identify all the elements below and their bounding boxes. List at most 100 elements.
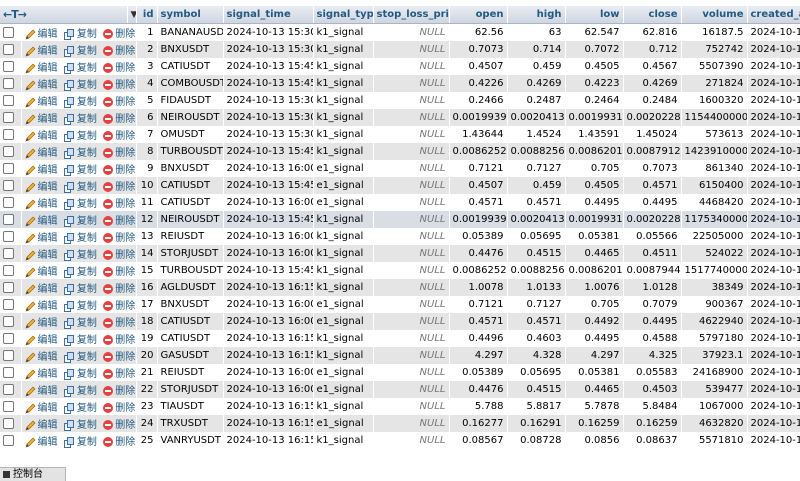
delete-action[interactable]: 删除 (103, 63, 135, 74)
row-select-cell[interactable] (0, 143, 22, 160)
table-row[interactable]: 编辑 复制 删除16AGLDUSDT2024-10-13 16:15:00k1_… (0, 279, 800, 296)
row-select-cell[interactable] (0, 245, 22, 262)
edit-link[interactable]: 编辑 (38, 318, 58, 329)
delete-action[interactable]: 删除 (103, 403, 135, 414)
edit-link[interactable]: 编辑 (38, 46, 58, 57)
delete-icon[interactable] (103, 80, 114, 90)
column-header-stop-loss-price[interactable]: stop_loss_price (373, 6, 450, 24)
edit-link[interactable]: 编辑 (38, 301, 58, 312)
delete-icon[interactable] (103, 318, 114, 328)
row-checkbox[interactable] (3, 94, 14, 106)
edit-link[interactable]: 编辑 (38, 29, 58, 40)
edit-link[interactable]: 编辑 (38, 352, 58, 363)
column-header-signal-type[interactable]: signal_type (313, 6, 374, 24)
edit-link[interactable]: 编辑 (38, 369, 58, 380)
delete-link[interactable]: 删除 (115, 250, 135, 261)
copy-link[interactable]: 复制 (77, 335, 97, 346)
edit-action[interactable]: 编辑 (25, 114, 58, 125)
table-row[interactable]: 编辑 复制 删除14STORJUSDT2024-10-13 16:00:00k1… (0, 245, 800, 262)
delete-icon[interactable] (103, 335, 114, 345)
copy-action[interactable]: 复制 (63, 215, 97, 227)
delete-icon[interactable] (103, 369, 114, 379)
edit-link[interactable]: 编辑 (38, 267, 58, 278)
row-select-cell[interactable] (0, 126, 22, 143)
table-row[interactable]: 编辑 复制 删除19CATIUSDT2024-10-13 16:15:00k1_… (0, 330, 800, 347)
pencil-icon[interactable] (25, 46, 36, 57)
delete-icon[interactable] (103, 97, 114, 107)
copy-link[interactable]: 复制 (77, 29, 97, 40)
table-row[interactable]: 编辑 复制 删除6NEIROUSDT2024-10-13 15:30:00k1_… (0, 109, 800, 126)
row-checkbox[interactable] (3, 434, 14, 446)
copy-link[interactable]: 复制 (77, 437, 97, 448)
table-row[interactable]: 编辑 复制 删除1BANANAUSDT2024-10-13 15:30:00k1… (0, 23, 800, 41)
copy-link[interactable]: 复制 (77, 233, 97, 244)
delete-action[interactable]: 删除 (103, 352, 135, 363)
copy-action[interactable]: 复制 (63, 79, 97, 91)
column-header-created-at[interactable]: created_at (747, 6, 800, 24)
delete-icon[interactable] (103, 352, 114, 362)
delete-action[interactable]: 删除 (103, 301, 135, 312)
row-select-cell[interactable] (0, 262, 22, 279)
copy-action[interactable]: 复制 (63, 317, 97, 329)
delete-action[interactable]: 删除 (103, 131, 135, 142)
copy-icon[interactable] (63, 147, 75, 159)
copy-icon[interactable] (63, 368, 75, 380)
table-row[interactable]: 编辑 复制 删除11CATIUSDT2024-10-13 16:00:00e1_… (0, 194, 800, 211)
edit-action[interactable]: 编辑 (25, 420, 58, 431)
copy-icon[interactable] (63, 45, 75, 57)
pencil-icon[interactable] (25, 131, 36, 142)
edit-action[interactable]: 编辑 (25, 80, 58, 91)
copy-icon[interactable] (63, 28, 75, 40)
edit-link[interactable]: 编辑 (38, 233, 58, 244)
copy-link[interactable]: 复制 (77, 182, 97, 193)
copy-icon[interactable] (63, 96, 75, 108)
delete-icon[interactable] (103, 131, 114, 141)
row-select-cell[interactable] (0, 381, 22, 398)
pencil-icon[interactable] (25, 80, 36, 91)
pencil-icon[interactable] (25, 386, 36, 397)
copy-link[interactable]: 复制 (77, 216, 97, 227)
delete-link[interactable]: 删除 (115, 216, 135, 227)
copy-link[interactable]: 复制 (77, 114, 97, 125)
pencil-icon[interactable] (25, 352, 36, 363)
delete-link[interactable]: 删除 (115, 267, 135, 278)
edit-action[interactable]: 编辑 (25, 437, 58, 448)
delete-link[interactable]: 删除 (115, 386, 135, 397)
edit-link[interactable]: 编辑 (38, 437, 58, 448)
edit-action[interactable]: 编辑 (25, 284, 58, 295)
delete-link[interactable]: 删除 (115, 301, 135, 312)
edit-link[interactable]: 编辑 (38, 80, 58, 91)
row-checkbox[interactable] (3, 26, 14, 38)
delete-action[interactable]: 删除 (103, 114, 135, 125)
delete-link[interactable]: 删除 (115, 437, 135, 448)
column-nav-arrows[interactable]: ←T→ (3, 8, 27, 21)
edit-link[interactable]: 编辑 (38, 131, 58, 142)
delete-action[interactable]: 删除 (103, 199, 135, 210)
pencil-icon[interactable] (25, 284, 36, 295)
delete-link[interactable]: 删除 (115, 284, 135, 295)
delete-link[interactable]: 删除 (115, 97, 135, 108)
row-select-cell[interactable] (0, 364, 22, 381)
copy-link[interactable]: 复制 (77, 403, 97, 414)
delete-icon[interactable] (103, 301, 114, 311)
pencil-icon[interactable] (25, 97, 36, 108)
table-row[interactable]: 编辑 复制 删除3CATIUSDT2024-10-13 15:45:00k1_s… (0, 58, 800, 75)
edit-link[interactable]: 编辑 (38, 114, 58, 125)
copy-icon[interactable] (63, 351, 75, 363)
pencil-icon[interactable] (25, 403, 36, 414)
column-header-volume[interactable]: volume (681, 6, 748, 24)
delete-action[interactable]: 删除 (103, 335, 135, 346)
pencil-icon[interactable] (25, 437, 36, 448)
edit-action[interactable]: 编辑 (25, 267, 58, 278)
row-select-cell[interactable] (0, 330, 22, 347)
delete-action[interactable]: 删除 (103, 420, 135, 431)
copy-action[interactable]: 复制 (63, 198, 97, 210)
row-select-cell[interactable] (0, 177, 22, 194)
table-row[interactable]: 编辑 复制 删除4COMBOUSDT2024-10-13 15:45:00k1_… (0, 75, 800, 92)
pencil-icon[interactable] (25, 29, 36, 40)
table-row[interactable]: 编辑 复制 删除15TURBOUSDT2024-10-13 15:45:00k1… (0, 262, 800, 279)
pencil-icon[interactable] (25, 165, 36, 176)
copy-action[interactable]: 复制 (63, 147, 97, 159)
copy-link[interactable]: 复制 (77, 165, 97, 176)
table-row[interactable]: 编辑 复制 删除10CATIUSDT2024-10-13 15:45:00e1_… (0, 177, 800, 194)
